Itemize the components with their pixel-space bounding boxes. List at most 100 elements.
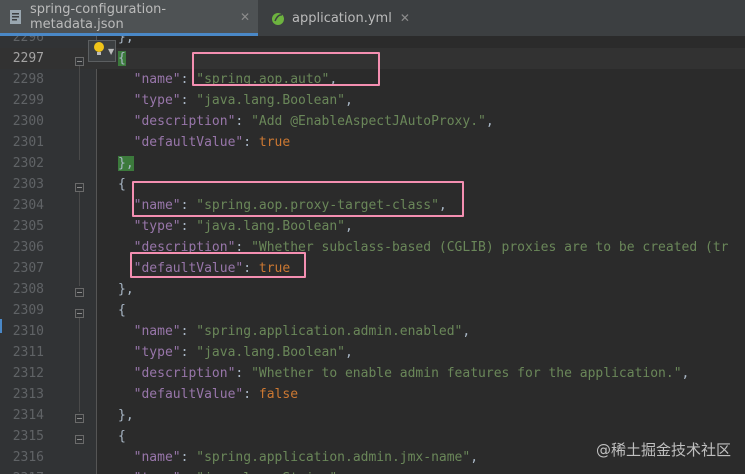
- line-number: 2313: [12, 387, 44, 402]
- code-token: :: [235, 366, 252, 381]
- code-line[interactable]: 2314},: [0, 405, 745, 426]
- code-token: ,: [681, 366, 690, 381]
- code-token: "description": [118, 114, 236, 129]
- code-text: },: [118, 36, 134, 48]
- code-line[interactable]: 2305 "type": "java.lang.Boolean",: [0, 216, 745, 237]
- code-line[interactable]: 2302},: [0, 153, 745, 174]
- line-number: 2314: [12, 408, 44, 423]
- indent-guide: [79, 64, 80, 160]
- code-line[interactable]: 2313 "defaultValue": false: [0, 384, 745, 405]
- code-token: :: [243, 135, 259, 150]
- code-token: :: [243, 387, 259, 402]
- chevron-down-icon[interactable]: ▼: [108, 47, 114, 56]
- tab-application-yml[interactable]: application.yml ✕: [262, 0, 410, 36]
- code-token: "type": [118, 93, 181, 108]
- spring-leaf-icon: [270, 10, 286, 26]
- close-icon[interactable]: ✕: [400, 11, 410, 25]
- code-line[interactable]: 2317 "type": "java.lang.String",: [0, 468, 745, 474]
- intention-actions[interactable]: ▼: [88, 40, 116, 62]
- code-token: "name": [118, 450, 181, 465]
- code-text: {: [118, 426, 126, 447]
- code-text: "defaultValue": false: [118, 384, 298, 405]
- code-token: ,: [345, 345, 353, 360]
- code-token: {: [118, 303, 126, 318]
- line-number: 2304: [12, 198, 44, 213]
- code-token: "type": [118, 345, 181, 360]
- line-number: 2315: [12, 429, 44, 444]
- code-token: "spring.application.admin.jmx-name": [196, 450, 471, 465]
- code-token: :: [180, 219, 197, 234]
- fold-icon[interactable]: [75, 57, 84, 66]
- watermark: @稀土掘金技术社区: [595, 441, 731, 459]
- tab-label: application.yml: [292, 10, 392, 26]
- code-text: "name": "spring.application.admin.enable…: [118, 321, 471, 342]
- line-number: 2297: [12, 51, 44, 66]
- code-text: {: [118, 300, 126, 321]
- code-line[interactable]: 2299 "type": "java.lang.Boolean",: [0, 90, 745, 111]
- code-token: ,: [345, 93, 353, 108]
- fold-icon[interactable]: [75, 309, 84, 318]
- code-line[interactable]: 2309 {: [0, 300, 745, 321]
- code-text: {: [118, 174, 126, 195]
- code-token: true: [258, 135, 291, 150]
- line-number: 2310: [12, 324, 44, 339]
- code-line[interactable]: 2312 "description": "Whether to enable a…: [0, 363, 745, 384]
- code-text: "name": "spring.application.admin.jmx-na…: [118, 447, 478, 468]
- code-token: ,: [470, 450, 479, 465]
- json-file-icon: [8, 9, 24, 25]
- editor-tab-bar: spring-configuration-metadata.json ✕ app…: [0, 0, 745, 37]
- code-token: "spring.application.admin.enabled": [196, 324, 463, 339]
- fold-icon[interactable]: [75, 288, 84, 297]
- code-token: "Whether subclass-based (CGLIB) proxies …: [251, 240, 729, 255]
- lightbulb-icon[interactable]: [93, 41, 105, 62]
- line-number: 2311: [12, 345, 44, 360]
- code-line[interactable]: 2307 "defaultValue": true: [0, 258, 745, 279]
- code-text: "type": "java.lang.String",: [118, 468, 345, 474]
- highlight-box-name-proxy-target-class: [132, 181, 464, 217]
- line-number: 2316: [12, 450, 44, 465]
- line-number: 2303: [12, 177, 44, 192]
- code-token: :: [235, 114, 252, 129]
- tab-spring-configuration-metadata[interactable]: spring-configuration-metadata.json ✕: [0, 0, 258, 36]
- code-token: },: [118, 282, 134, 297]
- code-token: "description": [118, 366, 236, 381]
- line-number: 2317: [0, 468, 44, 474]
- fold-icon[interactable]: [75, 435, 84, 444]
- code-token: :: [180, 324, 197, 339]
- code-text: },: [118, 279, 134, 300]
- code-token: },: [118, 36, 134, 45]
- code-token: "name": [118, 72, 181, 87]
- line-number: 2305: [12, 219, 44, 234]
- code-editor[interactable]: 2296}, 2297{2298 "name": "spring.aop.auto…: [0, 36, 745, 474]
- highlight-box-name-auto: [192, 52, 380, 86]
- code-token: "java.lang.Boolean": [196, 93, 345, 108]
- code-line[interactable]: 2308},: [0, 279, 745, 300]
- fold-icon[interactable]: [75, 183, 84, 192]
- code-token: false: [258, 387, 299, 402]
- code-token: "name": [118, 324, 181, 339]
- line-number: 2306: [12, 240, 44, 255]
- code-token: "defaultValue": [118, 387, 244, 402]
- code-text: {: [118, 48, 126, 69]
- code-token: ,: [485, 114, 494, 129]
- code-text: "type": "java.lang.Boolean",: [118, 90, 353, 111]
- code-token: "Whether to enable admin features for th…: [251, 366, 682, 381]
- code-text: "description": "Add @EnableAspectJAutoPr…: [118, 111, 494, 132]
- code-text: },: [118, 153, 134, 174]
- code-token: ,: [345, 219, 353, 234]
- code-token: "java.lang.Boolean": [196, 219, 345, 234]
- line-number: 2298: [12, 72, 44, 87]
- code-line[interactable]: 2311 "type": "java.lang.Boolean",: [0, 342, 745, 363]
- code-line[interactable]: 2300 "description": "Add @EnableAspectJA…: [0, 111, 745, 132]
- fold-icon[interactable]: [75, 414, 84, 423]
- line-number: 2307: [12, 261, 44, 276]
- close-icon[interactable]: ✕: [240, 10, 250, 24]
- code-token: {: [118, 51, 126, 66]
- code-line[interactable]: 2306 "description": "Whether subclass-ba…: [0, 237, 745, 258]
- code-line[interactable]: 2301 "defaultValue": true: [0, 132, 745, 153]
- line-number: 2308: [12, 282, 44, 297]
- code-token: {: [118, 177, 126, 192]
- code-token: :: [180, 93, 197, 108]
- highlight-box-default-value: [130, 252, 306, 278]
- code-line[interactable]: 2310 "name": "spring.application.admin.e…: [0, 321, 745, 342]
